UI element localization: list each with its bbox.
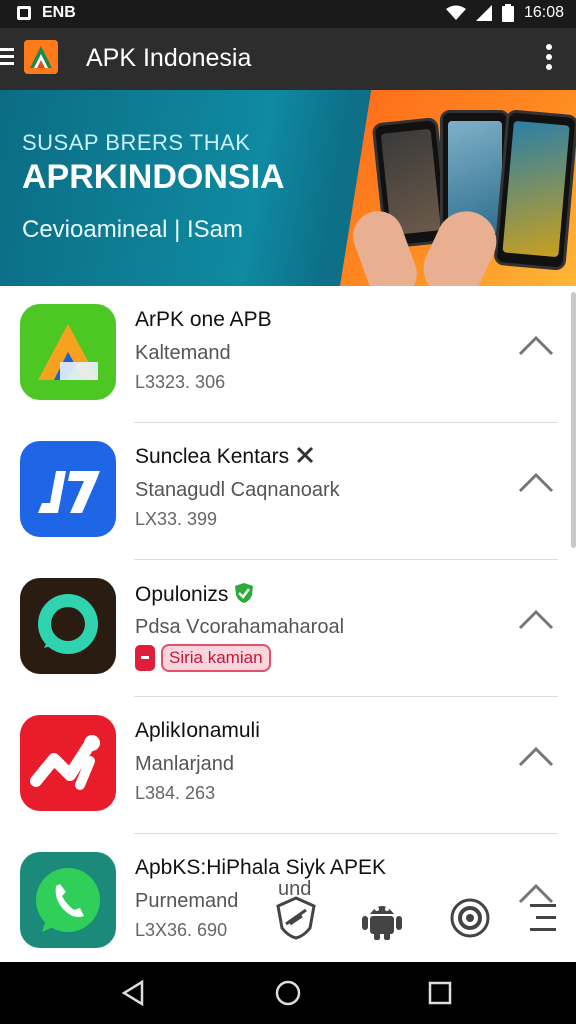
status-tag: Siria kamian — [135, 644, 271, 672]
banner-tagline: SUSAP BRERS THAK — [22, 130, 251, 155]
list-item[interactable]: AplikIonamuli Manlarjand L384. 263 — [0, 697, 576, 834]
promo-banner[interactable]: SUSAP BRERS THAK APRKINDONSIA Cevioamine… — [0, 90, 576, 286]
app-subtitle: Kaltemand — [135, 342, 231, 364]
chevron-up-icon[interactable] — [518, 334, 554, 358]
chevron-up-icon[interactable] — [518, 745, 554, 769]
system-nav-bar — [0, 962, 576, 1024]
phone-bubble-icon — [20, 852, 116, 948]
app-subtitle: Stanagudl Caqnanoark — [135, 479, 340, 501]
chart-squiggle-icon — [20, 715, 116, 811]
signal-icon — [475, 5, 492, 21]
app-subtitle: Pdsa Vcorahamaharoal — [135, 616, 345, 638]
battery-icon — [501, 4, 514, 22]
app-name: ArPK one APB — [135, 308, 272, 331]
menu-icon[interactable] — [0, 48, 16, 70]
phone-illustration — [493, 109, 576, 271]
banner-headline: APRKINDONSIA — [22, 158, 285, 196]
app-meta: LX33. 399 — [135, 509, 218, 529]
status-right: 16:08 — [445, 4, 564, 22]
back-icon[interactable] — [120, 979, 148, 1007]
j7-icon — [20, 441, 116, 537]
app-meta: L3323. 306 — [135, 372, 226, 392]
tag-icon — [135, 645, 155, 671]
triangle-a-icon — [20, 304, 116, 400]
app-name: AplikIonamuli — [135, 719, 260, 742]
app-name: ApbKS:HiPhala Siyk APEK — [135, 856, 386, 879]
tool-icon — [296, 446, 314, 464]
android-icon[interactable] — [358, 894, 406, 942]
chevron-up-icon[interactable] — [518, 471, 554, 495]
app-meta: L3X36. 690 — [135, 920, 228, 940]
list-icon[interactable] — [520, 894, 568, 942]
notification-icon — [17, 6, 31, 20]
target-icon[interactable] — [446, 894, 494, 942]
chat-bubble-icon — [20, 578, 116, 674]
status-bar: ENB 16:08 — [0, 0, 576, 28]
banner-subtitle: Cevioamineal | ISam — [22, 216, 243, 243]
list-item[interactable]: ArPK one APB Kaltemand L3323. 306 — [0, 286, 576, 423]
app-subtitle: Purnemand — [135, 890, 239, 912]
app-title: APK Indonesia — [86, 44, 252, 72]
tag-label: Siria kamian — [161, 644, 271, 672]
home-icon[interactable] — [274, 979, 302, 1007]
wifi-icon — [445, 5, 466, 20]
app-subtitle: Manlarjand — [135, 753, 234, 775]
app-meta: L384. 263 — [135, 783, 216, 803]
app-bar: APK Indonesia — [0, 28, 576, 90]
status-left: ENB — [16, 4, 76, 22]
list-item[interactable]: Sunclea Kentars Stanagudl Caqnanoark LX3… — [0, 423, 576, 560]
app-logo-icon — [24, 40, 58, 74]
verified-badge-icon — [235, 583, 254, 603]
floating-actions: und — [270, 878, 570, 950]
overflow-menu-icon[interactable] — [546, 44, 554, 74]
recents-icon[interactable] — [426, 979, 454, 1007]
scrollbar[interactable] — [571, 292, 576, 548]
list-item[interactable]: Opulonizs Pdsa Vcorahamaharoal Siria kam… — [0, 560, 576, 697]
chevron-up-icon[interactable] — [518, 608, 554, 632]
shield-feather-icon[interactable] — [272, 894, 320, 942]
app-name: Sunclea Kentars — [135, 445, 315, 469]
status-carrier: ENB — [42, 4, 76, 21]
app-name: Opulonizs — [135, 582, 254, 607]
status-time: 16:08 — [523, 4, 564, 21]
